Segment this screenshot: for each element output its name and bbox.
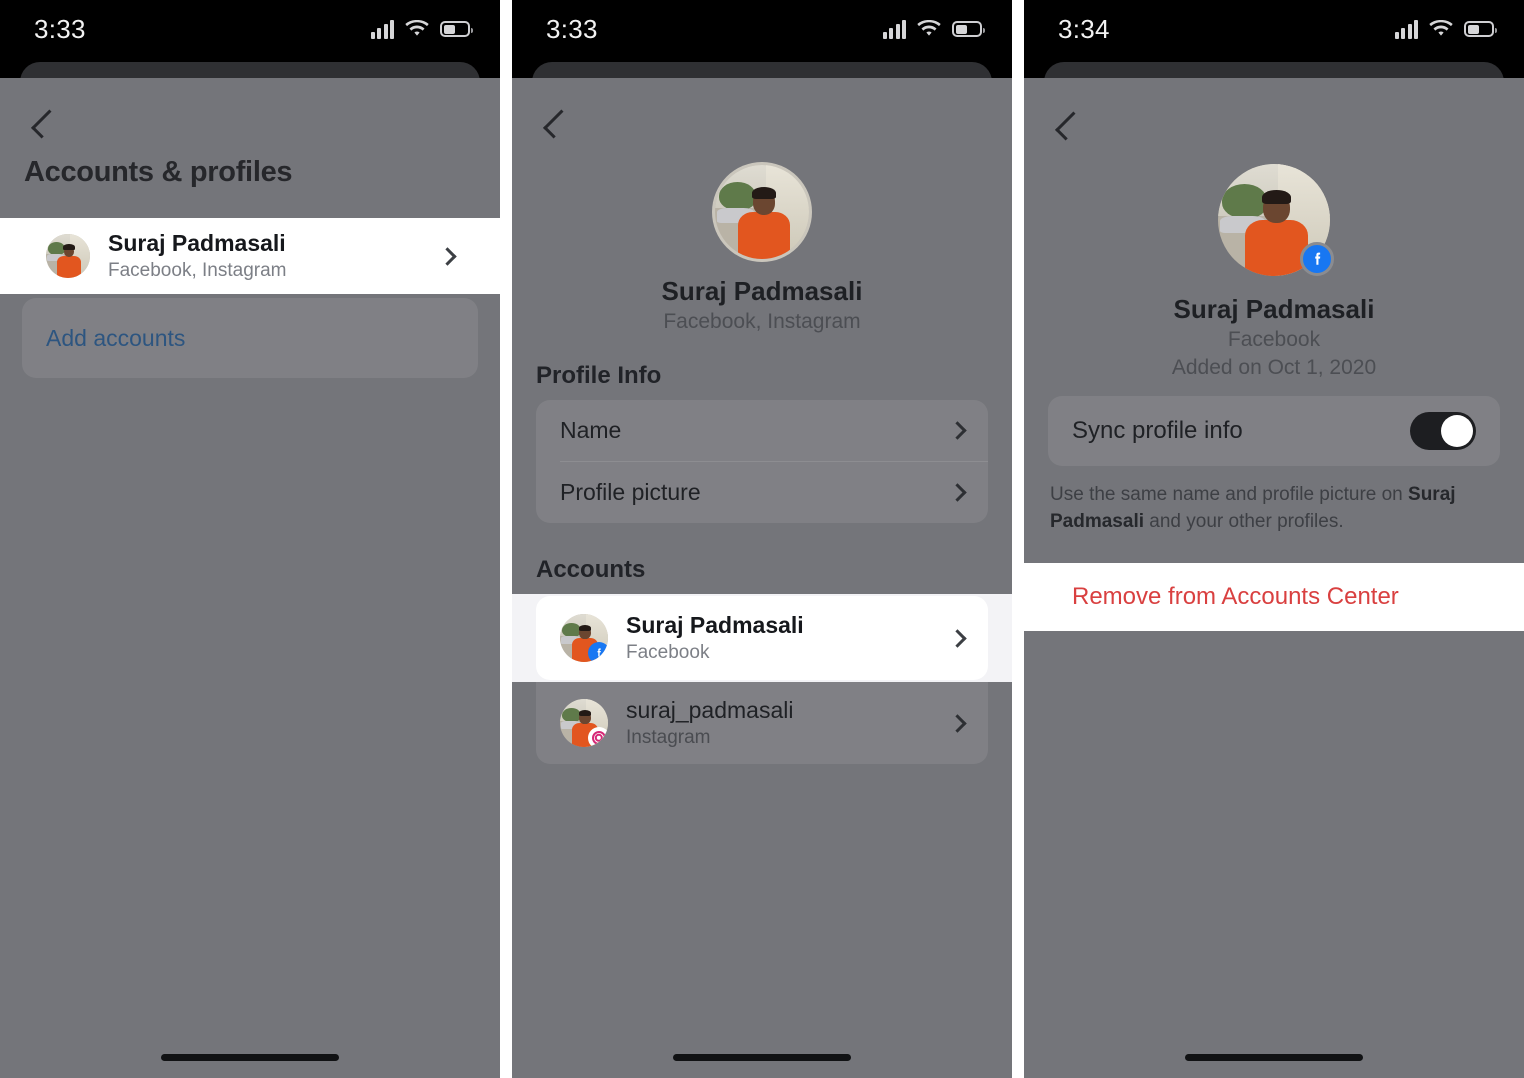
facebook-badge-icon: [588, 642, 608, 662]
battery-icon: [1464, 21, 1497, 37]
accounts-profiles-sheet: Accounts & profiles Suraj Padmasali Face…: [0, 78, 500, 1078]
row-profile-picture[interactable]: Profile picture: [536, 462, 988, 523]
battery-icon: [440, 21, 473, 37]
back-button[interactable]: [532, 102, 576, 146]
phone-screen-accounts-and-profiles: 3:33 Accounts & profiles Suraj Padmasali…: [0, 0, 500, 1078]
home-indicator: [1185, 1054, 1363, 1061]
battery-icon: [952, 21, 985, 37]
profile-header-subtitle: Facebook, Instagram: [663, 310, 861, 333]
status-bar-time: 3:33: [546, 13, 598, 44]
profile-detail-sheet: Suraj Padmasali Facebook, Instagram Prof…: [512, 78, 1012, 1078]
account-settings-sheet: Suraj Padmasali Facebook Added on Oct 1,…: [1024, 78, 1524, 1078]
chevron-right-icon: [948, 713, 967, 733]
avatar: [560, 699, 608, 747]
status-bar: 3:33: [0, 0, 500, 58]
phone-screen-account-settings: 3:34 Suraj Padmasali Facebook Added on O…: [1024, 0, 1524, 1078]
status-bar: 3:34: [1024, 0, 1524, 58]
sync-profile-info-toggle[interactable]: [1410, 412, 1476, 450]
wifi-icon: [405, 20, 429, 36]
back-button[interactable]: [1044, 104, 1088, 148]
screenshot-triptych: 3:33 Accounts & profiles Suraj Padmasali…: [0, 0, 1524, 1078]
profile-header-name: Suraj Padmasali: [661, 276, 863, 306]
avatar: [560, 614, 608, 662]
sync-helper-prefix: Use the same name and profile picture on: [1050, 484, 1409, 505]
add-accounts-card[interactable]: Add accounts: [22, 298, 478, 378]
account-row-platform: Instagram: [626, 727, 711, 748]
profile-row-suraj-padmasali[interactable]: Suraj Padmasali Facebook, Instagram: [22, 218, 478, 294]
instagram-badge-icon: [588, 727, 608, 747]
account-row-name: suraj_padmasali: [626, 697, 794, 723]
status-bar-icons: [882, 19, 985, 39]
toggle-knob: [1441, 415, 1473, 447]
account-row-instagram[interactable]: suraj_padmasali Instagram: [536, 682, 988, 764]
chevron-right-icon: [948, 628, 967, 648]
sync-profile-info-card: Sync profile info: [1048, 396, 1500, 466]
signal-bars-icon: [370, 19, 394, 39]
phone-screen-profile-detail: 3:33 Suraj Padmasali Facebook, Instagram…: [512, 0, 1012, 1078]
section-header-profile-info: Profile Info: [536, 362, 662, 389]
remove-from-accounts-center-label: Remove from Accounts Center: [1072, 583, 1399, 610]
profile-info-card: Name Profile picture: [536, 400, 988, 523]
avatar: [712, 162, 812, 262]
profile-header-platform: Facebook: [1227, 328, 1321, 351]
profile-header-avatar-wrap: [512, 162, 1012, 262]
status-bar-time: 3:34: [1058, 13, 1110, 44]
profile-header-name: Suraj Padmasali: [1173, 294, 1375, 324]
chevron-right-icon: [948, 483, 967, 502]
wifi-icon: [1429, 20, 1453, 36]
signal-bars-icon: [882, 19, 906, 39]
profile-header-avatar-wrap: [1024, 164, 1524, 276]
row-name[interactable]: Name: [536, 400, 988, 461]
facebook-badge-icon: [1300, 242, 1334, 276]
back-chevron-icon: [30, 109, 60, 139]
sync-helper-text: Use the same name and profile picture on…: [1050, 482, 1498, 536]
back-chevron-icon: [542, 109, 572, 139]
status-bar-icons: [370, 19, 473, 39]
signal-bars-icon: [1394, 19, 1418, 39]
back-chevron-icon: [1054, 111, 1084, 141]
sync-helper-suffix: and your other profiles.: [1144, 510, 1344, 532]
chevron-right-icon: [438, 246, 457, 266]
home-indicator: [161, 1054, 339, 1061]
status-bar-icons: [1394, 19, 1497, 39]
account-row-platform: Facebook: [626, 642, 710, 663]
account-row-name: Suraj Padmasali: [626, 612, 804, 638]
row-profile-picture-label: Profile picture: [560, 479, 701, 505]
profile-row-subtitle: Facebook, Instagram: [108, 260, 287, 281]
sync-profile-info-label: Sync profile info: [1072, 417, 1243, 444]
page-title: Accounts & profiles: [24, 156, 293, 188]
account-row-facebook[interactable]: Suraj Padmasali Facebook: [536, 596, 988, 680]
row-name-label: Name: [560, 417, 622, 443]
home-indicator: [673, 1054, 851, 1061]
profile-header-added-date: Added on Oct 1, 2020: [1171, 356, 1377, 379]
chevron-right-icon: [948, 421, 967, 440]
avatar: [46, 234, 90, 278]
profile-row-name: Suraj Padmasali: [108, 230, 286, 256]
wifi-icon: [917, 20, 941, 36]
sync-profile-info-row[interactable]: Sync profile info: [1048, 396, 1500, 466]
back-button[interactable]: [20, 102, 64, 146]
status-bar-time: 3:33: [34, 13, 86, 44]
add-accounts-label: Add accounts: [46, 324, 186, 351]
section-header-accounts: Accounts: [536, 556, 646, 583]
remove-from-accounts-center-button[interactable]: Remove from Accounts Center: [1048, 565, 1500, 629]
status-bar: 3:33: [512, 0, 1012, 58]
